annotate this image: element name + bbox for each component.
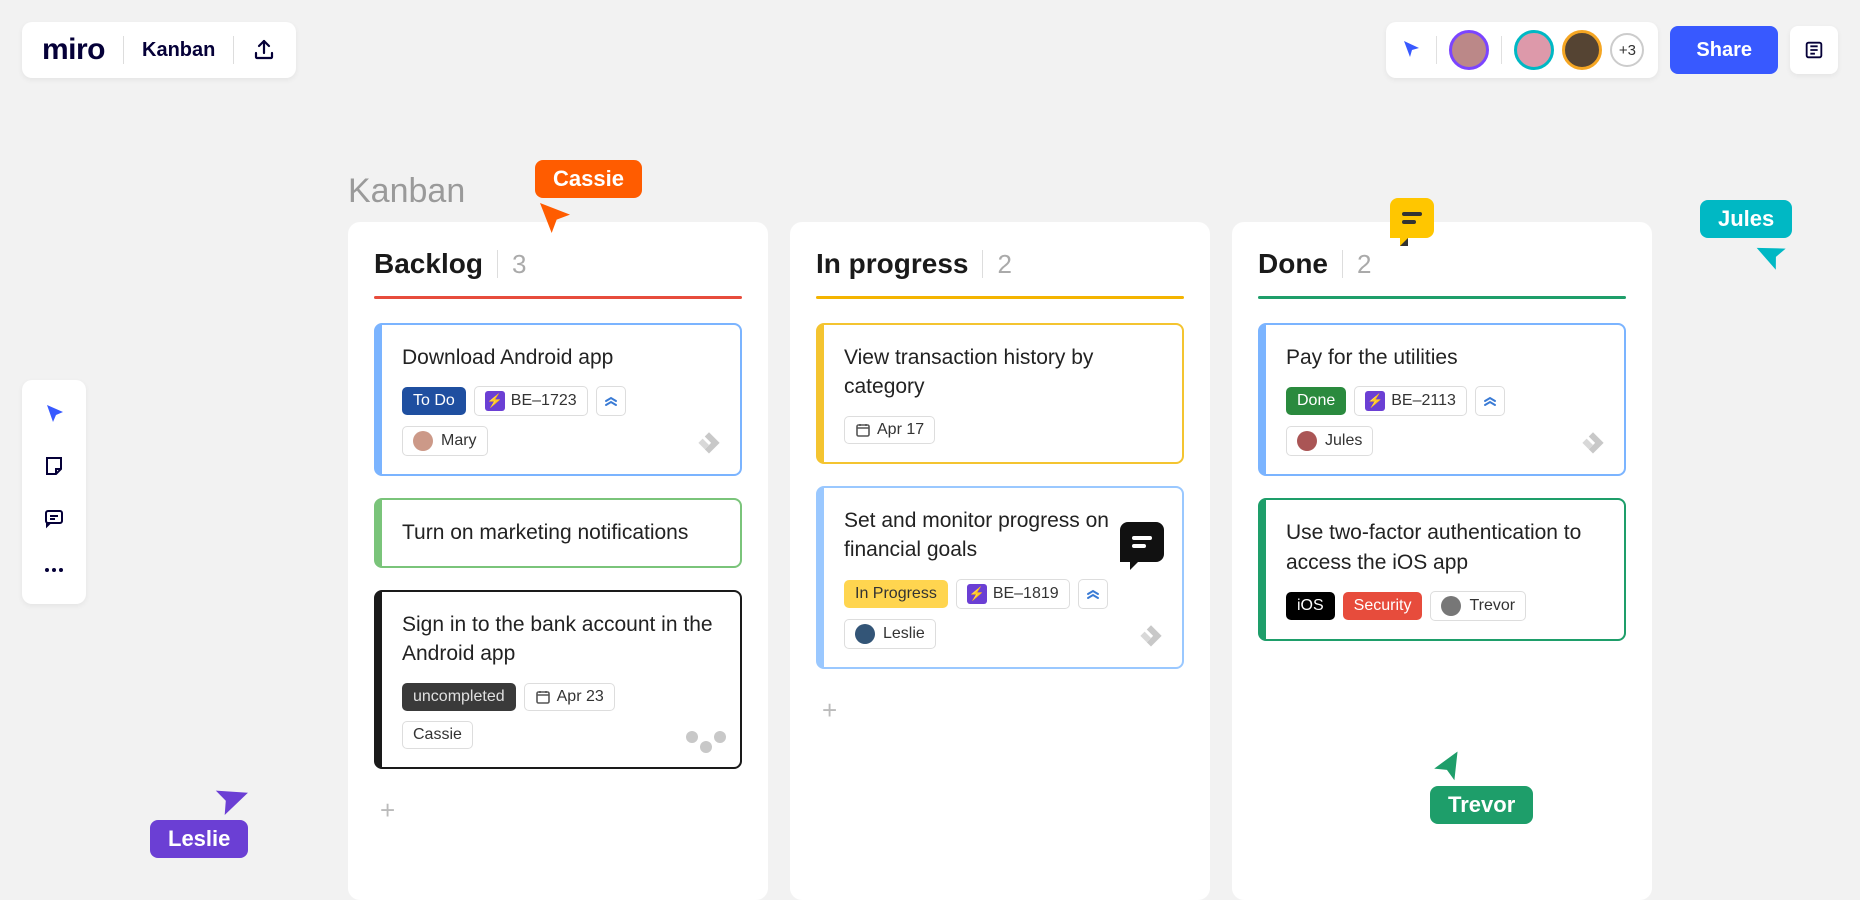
kanban-card[interactable]: View transaction history by category Apr…: [816, 323, 1184, 464]
bolt-icon: ⚡: [967, 584, 987, 604]
divider: [123, 36, 124, 64]
column-rule: [816, 296, 1184, 299]
ticket-chip: ⚡BE–2113: [1354, 386, 1467, 416]
kanban-card[interactable]: Download Android app To Do ⚡BE–1723 Mary: [374, 323, 742, 476]
jira-icon: [1576, 428, 1610, 462]
assignee-chip: Jules: [1286, 426, 1373, 456]
select-tool-icon[interactable]: [30, 390, 78, 438]
assignee-chip: Leslie: [844, 619, 936, 649]
column-title[interactable]: In progress: [816, 248, 968, 280]
board-title: Kanban: [348, 172, 465, 211]
status-badge: uncompleted: [402, 683, 516, 711]
avatar[interactable]: [1449, 30, 1489, 70]
bolt-icon: ⚡: [485, 391, 505, 411]
card-title: Turn on marketing notifications: [402, 518, 720, 547]
status-badge: In Progress: [844, 580, 948, 608]
panel-toggle-icon[interactable]: [1790, 26, 1838, 74]
kanban-card[interactable]: Set and monitor progress on financial go…: [816, 486, 1184, 669]
ticket-chip: ⚡BE–1723: [474, 386, 588, 416]
board-name[interactable]: Kanban: [142, 39, 215, 62]
cursor-label: Leslie: [150, 820, 248, 858]
cursor-label: Cassie: [535, 160, 642, 198]
tag-chip: iOS: [1286, 592, 1335, 620]
date-chip: Apr 17: [844, 416, 935, 444]
column-backlog: Backlog 3 Download Android app To Do ⚡BE…: [348, 222, 768, 900]
comment-tool-icon[interactable]: [30, 494, 78, 542]
column-title[interactable]: Backlog: [374, 248, 483, 280]
card-title: View transaction history by category: [844, 343, 1162, 402]
logo[interactable]: miro: [42, 33, 105, 67]
share-button[interactable]: Share: [1670, 26, 1778, 74]
avatar-extra-count[interactable]: +3: [1610, 33, 1644, 67]
cursor-icon: [535, 198, 575, 238]
brand-bar: miro Kanban: [22, 22, 296, 78]
add-card-button[interactable]: +: [816, 691, 843, 730]
avatar[interactable]: [1514, 30, 1554, 70]
bolt-icon: ⚡: [1365, 391, 1385, 411]
assignee-chip: Mary: [402, 426, 488, 456]
kanban-card[interactable]: Use two-factor authentication to access …: [1258, 498, 1626, 641]
priority-icon: [1078, 579, 1108, 609]
column-count: 2: [997, 249, 1011, 280]
date-chip: Apr 23: [524, 683, 615, 711]
jira-icon: [692, 428, 726, 462]
kanban-card[interactable]: Pay for the utilities Done ⚡BE–2113 Jule…: [1258, 323, 1626, 476]
column-count: 3: [512, 249, 526, 280]
presence-bar: +3: [1386, 22, 1658, 78]
more-tools-icon[interactable]: [30, 546, 78, 594]
priority-icon: [596, 386, 626, 416]
cursor-label: Jules: [1700, 200, 1792, 238]
top-right-bar: +3 Share: [1386, 22, 1838, 78]
divider: [233, 36, 234, 64]
card-title: Set and monitor progress on financial go…: [844, 506, 1162, 565]
assignee-chip: Cassie: [402, 721, 473, 749]
card-title: Sign in to the bank account in the Andro…: [402, 610, 720, 669]
kanban-card[interactable]: Turn on marketing notifications: [374, 498, 742, 567]
calendar-icon: [855, 422, 871, 438]
presence-cursor-jules: Jules: [1700, 200, 1792, 274]
priority-icon: [1475, 386, 1505, 416]
add-card-button[interactable]: +: [374, 791, 401, 830]
cursor-icon: [1426, 746, 1470, 790]
assignee-chip: Trevor: [1430, 591, 1526, 621]
cursor-icon: [202, 773, 255, 826]
column-title[interactable]: Done: [1258, 248, 1328, 280]
avatar[interactable]: [1562, 30, 1602, 70]
column-count: 2: [1357, 249, 1371, 280]
presence-cursor-leslie: Leslie: [150, 780, 248, 858]
calendar-icon: [535, 689, 551, 705]
card-title: Pay for the utilities: [1286, 343, 1604, 372]
column-rule: [1258, 296, 1626, 299]
comment-bubble-icon[interactable]: [1390, 198, 1434, 238]
export-icon[interactable]: [252, 38, 276, 62]
card-title: Download Android app: [402, 343, 720, 372]
ticket-chip: ⚡BE–1819: [956, 579, 1070, 609]
card-title: Use two-factor authentication to access …: [1286, 518, 1604, 577]
jira-icon: [1134, 621, 1168, 655]
sticky-note-tool-icon[interactable]: [30, 442, 78, 490]
kanban-card[interactable]: Sign in to the bank account in the Andro…: [374, 590, 742, 769]
comment-bubble-icon[interactable]: [1120, 522, 1164, 562]
presence-cursor-trevor: Trevor: [1430, 750, 1533, 824]
status-badge: To Do: [402, 387, 466, 415]
cursor-mode-icon[interactable]: [1400, 38, 1424, 62]
cursor-label: Trevor: [1430, 786, 1533, 824]
column-rule: [374, 296, 742, 299]
presence-cursor-cassie: Cassie: [535, 160, 642, 238]
cursor-icon: [1751, 233, 1797, 279]
dots-icon: [686, 741, 726, 753]
status-badge: Done: [1286, 387, 1346, 415]
tag-chip: Security: [1343, 592, 1423, 620]
toolbar: [22, 380, 86, 604]
